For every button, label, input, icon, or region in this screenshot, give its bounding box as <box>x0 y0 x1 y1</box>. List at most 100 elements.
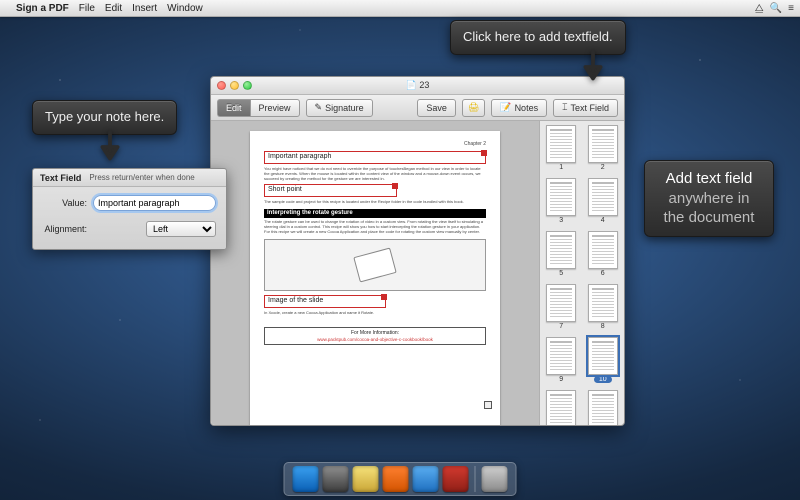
launchpad-icon[interactable] <box>323 466 349 492</box>
sign-a-pdf-icon[interactable] <box>443 466 469 492</box>
inspector-title: Text Field <box>40 173 81 183</box>
thumbnail-number: 5 <box>559 270 563 277</box>
page-paragraph: The rotate gesture can be used to change… <box>264 220 486 234</box>
window-zoom-icon[interactable] <box>243 81 252 90</box>
page-paragraph: You might have noticed that we do not ne… <box>264 167 486 181</box>
toolbar: Edit Preview ✎ Signature Save 🖨 📝 Notes … <box>211 95 624 121</box>
notes-label: Notes <box>515 103 539 113</box>
page-chapter: Chapter 2 <box>264 141 486 147</box>
thumbnail-page-3[interactable]: 3 <box>542 178 581 228</box>
thumbnail-icon <box>588 390 618 425</box>
page-paragraph: In Xcode, create a new Cocoa Application… <box>264 311 486 316</box>
resize-handle-icon[interactable] <box>381 294 387 300</box>
mac-menubar: Sign a PDF File Edit Insert Window ⧋ 🔍 ≡ <box>0 0 800 17</box>
window-minimize-icon[interactable] <box>230 81 239 90</box>
window-title: 23 <box>211 80 624 91</box>
menu-extras-icon[interactable]: ≡ <box>788 3 794 14</box>
text-annotation-1[interactable]: Important paragraph <box>264 151 486 164</box>
thumbnail-icon <box>546 284 576 322</box>
menubar-item-insert[interactable]: Insert <box>132 3 157 14</box>
window-titlebar[interactable]: 23 <box>211 77 624 95</box>
menubar-status-icons: ⧋ 🔍 ≡ <box>755 3 794 14</box>
thumbnail-number: 3 <box>559 217 563 224</box>
thumbnail-icon <box>588 337 618 375</box>
alignment-select[interactable]: Left <box>146 221 216 237</box>
thumbnail-number: 8 <box>601 323 605 330</box>
thumbnail-page-6[interactable]: 6 <box>584 231 623 281</box>
thumbnail-page-2[interactable]: 2 <box>584 125 623 175</box>
signature-label: Signature <box>325 103 364 113</box>
thumbnail-icon <box>546 390 576 425</box>
view-mode-segmented: Edit Preview <box>217 99 300 117</box>
menubar-item-window[interactable]: Window <box>167 3 203 14</box>
thumbnail-page-4[interactable]: 4 <box>584 178 623 228</box>
callout-line: the document <box>664 209 755 226</box>
thumbnail-page-10[interactable]: 10 <box>584 337 623 387</box>
save-button[interactable]: Save <box>417 99 456 117</box>
signature-icon: ✎ <box>315 103 323 112</box>
text-field-label: Text Field <box>570 103 609 113</box>
wifi-icon[interactable]: ⧋ <box>755 3 764 14</box>
thumbnail-icon <box>546 337 576 375</box>
thumbnail-page-5[interactable]: 5 <box>542 231 581 281</box>
callout-line: Add text field <box>666 170 753 187</box>
thumbnail-icon <box>588 284 618 322</box>
edit-mode-button[interactable]: Edit <box>217 99 250 117</box>
finder-icon[interactable] <box>293 466 319 492</box>
text-field-icon: ⌶ <box>562 103 567 112</box>
thumbnail-icon <box>588 178 618 216</box>
thumbnail-icon <box>588 125 618 163</box>
value-input[interactable] <box>93 195 216 211</box>
thumbnail-page-11[interactable]: 11 <box>542 390 581 425</box>
thumbnail-number: 2 <box>601 164 605 171</box>
trash-icon[interactable] <box>482 466 508 492</box>
print-button[interactable]: 🖨 <box>462 99 485 117</box>
spotlight-icon[interactable]: 🔍 <box>770 3 782 14</box>
menubar-app-name[interactable]: Sign a PDF <box>16 3 69 14</box>
text-annotation-2[interactable]: Short point <box>264 184 397 197</box>
selection-handle-icon[interactable] <box>484 401 492 409</box>
page-canvas[interactable]: Chapter 2 Important paragraph You might … <box>211 121 539 425</box>
inspector-header[interactable]: Text Field Press return/enter when done <box>33 169 226 187</box>
footer-link: www.packtpub.com/cocoa-and-objective-c-c… <box>269 337 481 343</box>
appstore-icon[interactable] <box>413 466 439 492</box>
page-footer-box: For More Information: www.packtpub.com/c… <box>264 327 486 345</box>
thumbnail-number: 10 <box>594 376 612 383</box>
preview-icon[interactable] <box>353 466 379 492</box>
value-label: Value: <box>43 198 93 208</box>
thumbnail-icon <box>546 178 576 216</box>
page-paragraph: The sample code and project for this rec… <box>264 200 486 205</box>
pages-icon[interactable] <box>383 466 409 492</box>
thumbnail-icon <box>546 125 576 163</box>
notes-icon: 📝 <box>500 103 511 112</box>
callout-type-note: Type your note here. <box>32 100 177 135</box>
window-close-icon[interactable] <box>217 81 226 90</box>
resize-handle-icon[interactable] <box>481 150 487 156</box>
thumbnail-page-1[interactable]: 1 <box>542 125 581 175</box>
thumbnail-sidebar[interactable]: 123456789101112 <box>539 121 624 425</box>
text-field-button[interactable]: ⌶ Text Field <box>553 99 618 117</box>
resize-handle-icon[interactable] <box>392 183 398 189</box>
thumbnail-icon <box>546 231 576 269</box>
page-heading: Interpreting the rotate gesture <box>264 209 486 219</box>
thumbnail-page-8[interactable]: 8 <box>584 284 623 334</box>
callout-click-add: Click here to add textfield. <box>450 20 626 55</box>
dock-separator <box>475 466 476 492</box>
thumbnail-number: 6 <box>601 270 605 277</box>
menubar-item-edit[interactable]: Edit <box>105 3 122 14</box>
thumbnail-page-9[interactable]: 9 <box>542 337 581 387</box>
notes-button[interactable]: 📝 Notes <box>491 99 547 117</box>
signature-button[interactable]: ✎ Signature <box>306 99 373 117</box>
alignment-label: Alignment: <box>43 224 93 234</box>
print-icon: 🖨 <box>468 103 479 112</box>
thumbnail-page-7[interactable]: 7 <box>542 284 581 334</box>
menubar-item-file[interactable]: File <box>79 3 95 14</box>
thumbnail-page-12[interactable]: 12 <box>584 390 623 425</box>
app-window: 23 Edit Preview ✎ Signature Save 🖨 📝 Not… <box>210 76 625 426</box>
callout-line: anywhere in <box>669 190 750 207</box>
text-annotation-3[interactable]: Image of the slide <box>264 295 386 308</box>
preview-mode-button[interactable]: Preview <box>250 99 300 117</box>
thumbnail-number: 9 <box>559 376 563 383</box>
pdf-page[interactable]: Chapter 2 Important paragraph You might … <box>250 131 500 425</box>
dock <box>284 462 517 496</box>
